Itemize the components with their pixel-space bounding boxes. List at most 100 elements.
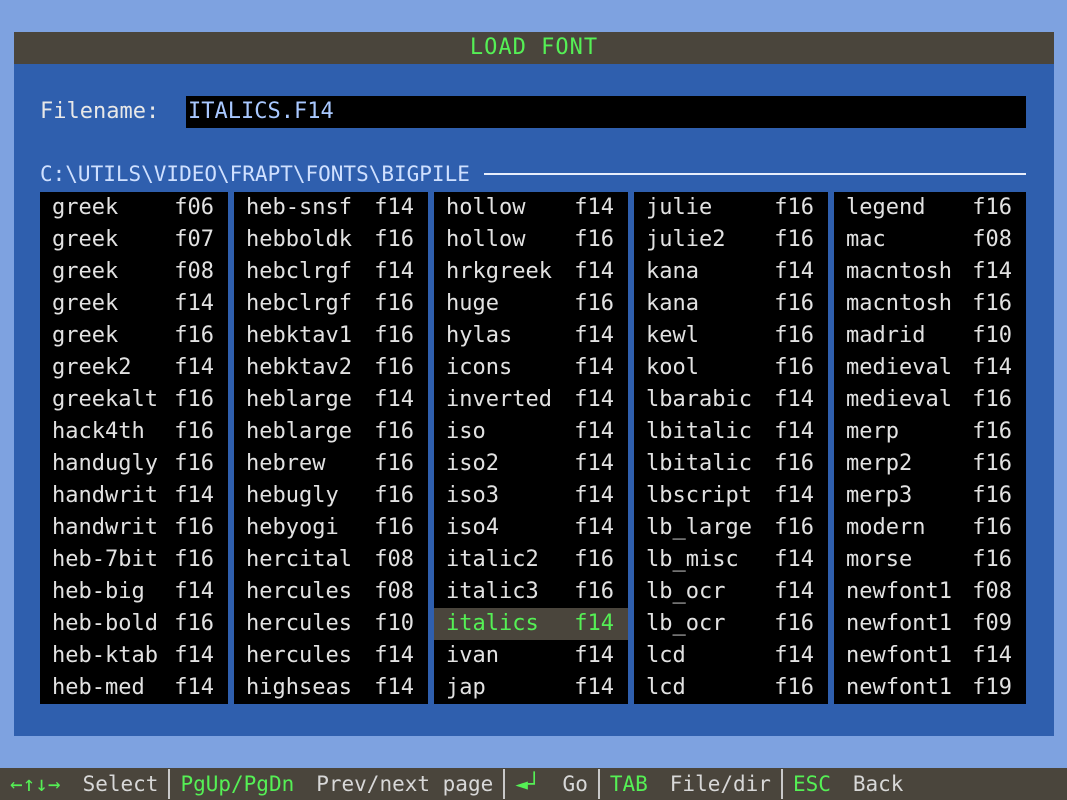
file-entry[interactable]: morse f16 (834, 544, 1026, 576)
file-entry[interactable]: hollow f14 (434, 192, 628, 224)
file-entry[interactable]: lb_large f16 (634, 512, 828, 544)
file-entry[interactable]: lcd f16 (634, 672, 828, 704)
file-entry[interactable]: kool f16 (634, 352, 828, 384)
file-entry[interactable]: heb-snsf f14 (234, 192, 428, 224)
file-entry[interactable]: madrid f10 (834, 320, 1026, 352)
file-entry[interactable]: lbitalic f16 (634, 448, 828, 480)
file-entry[interactable]: hrkgreek f14 (434, 256, 628, 288)
file-entry[interactable]: italic3 f16 (434, 576, 628, 608)
file-entry[interactable]: huge f16 (434, 288, 628, 320)
filename-input[interactable] (186, 96, 1026, 128)
file-entry[interactable]: merp3 f16 (834, 480, 1026, 512)
file-entry[interactable]: ivan f14 (434, 640, 628, 672)
file-entry[interactable]: lbitalic f14 (634, 416, 828, 448)
file-entry[interactable]: lbscript f14 (634, 480, 828, 512)
file-entry[interactable]: hollow f16 (434, 224, 628, 256)
file-entry[interactable]: heblarge f16 (234, 416, 428, 448)
file-entry[interactable]: handwrit f16 (40, 512, 228, 544)
file-name: hebrew (246, 451, 326, 476)
file-entry[interactable]: heb-bold f16 (40, 608, 228, 640)
file-name: medieval (846, 387, 952, 412)
file-entry[interactable]: heblarge f14 (234, 384, 428, 416)
file-entry[interactable]: highseas f14 (234, 672, 428, 704)
file-entry[interactable]: hercules f08 (234, 576, 428, 608)
file-entry[interactable]: hebrew f16 (234, 448, 428, 480)
file-entry[interactable]: legend f16 (834, 192, 1026, 224)
file-entry[interactable]: kana f14 (634, 256, 828, 288)
file-extension: f16 (374, 291, 414, 316)
file-entry[interactable]: lbarabic f14 (634, 384, 828, 416)
file-entry-selected[interactable]: italics f14 (434, 608, 628, 640)
file-entry[interactable]: newfont1 f08 (834, 576, 1026, 608)
file-entry[interactable]: hercital f08 (234, 544, 428, 576)
file-entry[interactable]: newfont1 f14 (834, 640, 1026, 672)
file-entry[interactable]: macntosh f16 (834, 288, 1026, 320)
file-entry[interactable]: heb-big f14 (40, 576, 228, 608)
file-entry[interactable]: kana f16 (634, 288, 828, 320)
file-entry[interactable]: greek f07 (40, 224, 228, 256)
file-extension: f14 (574, 611, 614, 636)
file-entry[interactable]: jap f14 (434, 672, 628, 704)
file-entry[interactable]: medieval f16 (834, 384, 1026, 416)
file-entry[interactable]: lb_ocr f14 (634, 576, 828, 608)
file-entry[interactable]: macntosh f14 (834, 256, 1026, 288)
file-entry[interactable]: julie f16 (634, 192, 828, 224)
file-entry[interactable]: hylas f14 (434, 320, 628, 352)
file-entry[interactable]: iso2 f14 (434, 448, 628, 480)
file-name: merp3 (846, 483, 913, 508)
file-entry[interactable]: hebboldk f16 (234, 224, 428, 256)
file-column-1: greek f06 greek f07 greek f08 greek f14 greek f16… (40, 192, 228, 704)
file-name: iso3 (446, 483, 499, 508)
file-entry[interactable]: heb-ktab f14 (40, 640, 228, 672)
file-extension: f16 (574, 547, 614, 572)
file-entry[interactable]: julie2 f16 (634, 224, 828, 256)
file-entry[interactable]: modern f16 (834, 512, 1026, 544)
file-entry[interactable]: handugly f16 (40, 448, 228, 480)
file-name: hylas (446, 323, 513, 348)
file-extension: f14 (774, 483, 814, 508)
file-name: newfont1 (846, 643, 952, 668)
file-entry[interactable]: greek2 f14 (40, 352, 228, 384)
file-entry[interactable]: hebugly f16 (234, 480, 428, 512)
file-extension: f16 (374, 355, 414, 380)
file-entry[interactable]: hercules f14 (234, 640, 428, 672)
file-entry[interactable]: greek f08 (40, 256, 228, 288)
file-entry[interactable]: iso f14 (434, 416, 628, 448)
file-entry[interactable]: merp2 f16 (834, 448, 1026, 480)
file-entry[interactable]: hebyogi f16 (234, 512, 428, 544)
key-label: TAB (609, 772, 648, 796)
file-entry[interactable]: hack4th f16 (40, 416, 228, 448)
file-entry[interactable]: merp f16 (834, 416, 1026, 448)
file-name: greek (52, 195, 119, 220)
file-entry[interactable]: handwrit f14 (40, 480, 228, 512)
file-entry[interactable]: kewl f16 (634, 320, 828, 352)
file-extension: f19 (972, 675, 1012, 700)
file-entry[interactable]: lb_misc f14 (634, 544, 828, 576)
file-entry[interactable]: heb-7bit f16 (40, 544, 228, 576)
file-entry[interactable]: hebktav2 f16 (234, 352, 428, 384)
file-entry[interactable]: lcd f14 (634, 640, 828, 672)
file-entry[interactable]: newfont1 f09 (834, 608, 1026, 640)
key-label: PgUp/PgDn (180, 772, 295, 796)
file-entry[interactable]: inverted f14 (434, 384, 628, 416)
file-entry[interactable]: iso3 f14 (434, 480, 628, 512)
file-entry[interactable]: greek f16 (40, 320, 228, 352)
file-entry[interactable]: italic2 f16 (434, 544, 628, 576)
file-entry[interactable]: medieval f14 (834, 352, 1026, 384)
file-entry[interactable]: greek f14 (40, 288, 228, 320)
file-entry[interactable]: greek f06 (40, 192, 228, 224)
file-extension: f16 (774, 227, 814, 252)
file-entry[interactable]: mac f08 (834, 224, 1026, 256)
status-bar: ←↑↓→ Select PgUp/PgDn Prev/next page ◄┘ Go TAB… (0, 768, 1067, 800)
file-entry[interactable]: iso4 f14 (434, 512, 628, 544)
file-extension: f14 (174, 483, 214, 508)
file-entry[interactable]: lb_ocr f16 (634, 608, 828, 640)
file-entry[interactable]: hebktav1 f16 (234, 320, 428, 352)
file-entry[interactable]: newfont1 f19 (834, 672, 1026, 704)
file-entry[interactable]: hebclrgf f16 (234, 288, 428, 320)
file-entry[interactable]: greekalt f16 (40, 384, 228, 416)
file-entry[interactable]: hercules f10 (234, 608, 428, 640)
file-entry[interactable]: hebclrgf f14 (234, 256, 428, 288)
file-entry[interactable]: icons f14 (434, 352, 628, 384)
file-entry[interactable]: heb-med f14 (40, 672, 228, 704)
